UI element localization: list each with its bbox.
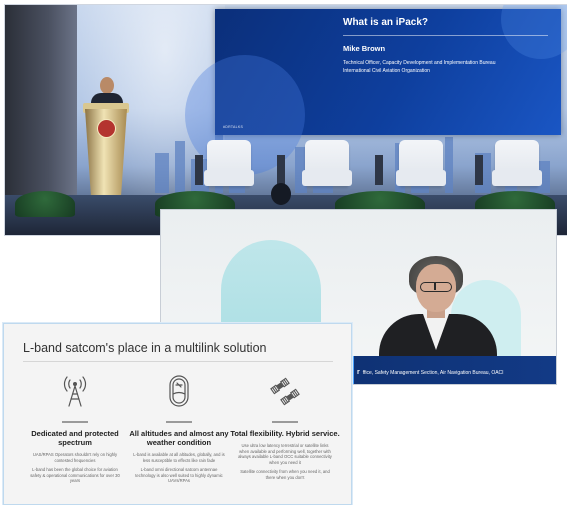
screen-slide-title: What is an iPack? bbox=[343, 17, 429, 28]
antenna-tower-icon bbox=[63, 376, 87, 407]
stage-speaker-head bbox=[100, 77, 114, 94]
aircraft-window-icon bbox=[169, 375, 189, 407]
podium-emblem-icon bbox=[97, 119, 116, 138]
slide-column-heading: Dedicated and protected spectrum bbox=[31, 429, 119, 447]
slide-column-heading: Total flexibility. Hybrid service. bbox=[230, 429, 340, 438]
screen-hashtag: #DRTALKS bbox=[223, 125, 244, 129]
speaker-glasses bbox=[420, 282, 452, 292]
lower-third-caption: r ffice, Safety Management Section, Air N… bbox=[357, 369, 504, 376]
stage-chair bbox=[396, 140, 446, 186]
slide-column-text: L-band is available at all altitudes, gl… bbox=[133, 452, 225, 484]
stage-chair bbox=[204, 140, 254, 186]
slide-column-text: Use ultra low latency terrestrial or sat… bbox=[238, 443, 332, 480]
slide-title-divider bbox=[23, 361, 333, 362]
stage-chair bbox=[492, 140, 542, 186]
slide-title: L-band satcom's place in a multilink sol… bbox=[23, 341, 267, 355]
satellites-icon bbox=[270, 377, 300, 406]
slide-column-flexibility: Total flexibility. Hybrid service. Use u… bbox=[230, 374, 340, 481]
slide-column-spectrum: Dedicated and protected spectrum UAS/RPA… bbox=[20, 374, 130, 484]
projection-screen: What is an iPack? Mike Brown Technical O… bbox=[185, 5, 567, 175]
screen-divider bbox=[343, 35, 548, 36]
stage-left-wall bbox=[5, 5, 77, 215]
slide-column-heading: All altitudes and almost any weather con… bbox=[129, 429, 229, 447]
screen-speaker-affiliation: Technical Officer, Capacity Development … bbox=[343, 60, 496, 74]
stage-plant bbox=[15, 191, 75, 217]
presentation-slide: L-band satcom's place in a multilink sol… bbox=[3, 323, 352, 505]
screen-speaker-name: Mike Brown bbox=[343, 44, 386, 53]
slide-column-altitudes: All altitudes and almost any weather con… bbox=[124, 374, 234, 484]
stage-chair bbox=[302, 140, 352, 186]
conference-stage-feed: What is an iPack? Mike Brown Technical O… bbox=[4, 4, 567, 236]
audience-member-head bbox=[271, 183, 291, 205]
slide-column-text: UAS/RPAS Operators shouldn't rely on hig… bbox=[30, 452, 120, 484]
